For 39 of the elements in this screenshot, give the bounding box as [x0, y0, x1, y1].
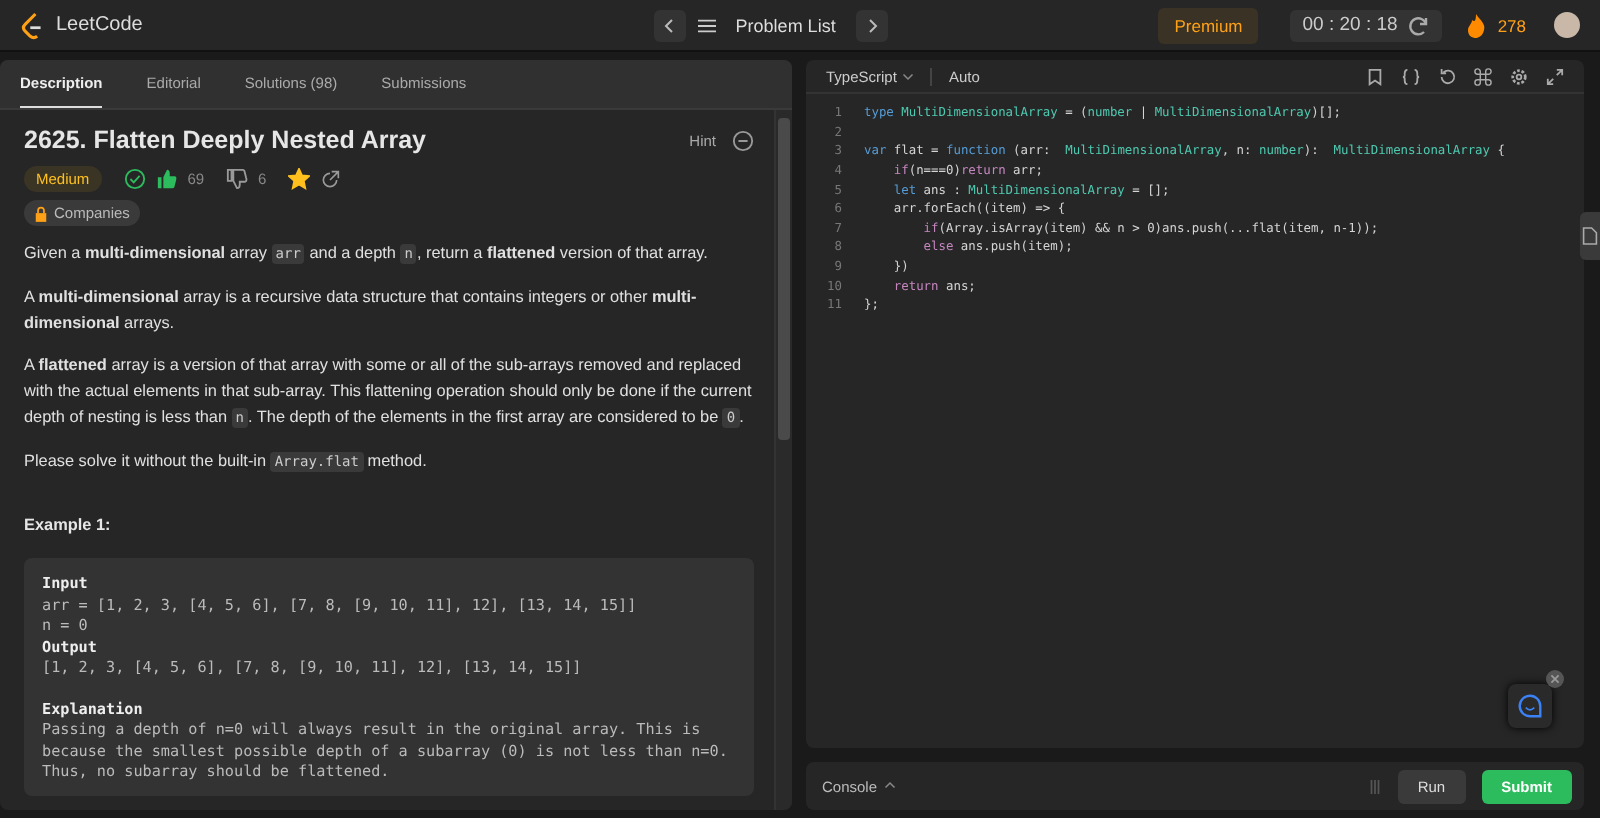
chevron-right-icon [863, 17, 880, 33]
premium-button[interactable]: Premium [1158, 7, 1259, 43]
close-icon[interactable] [1546, 670, 1564, 688]
description-paragraph: A multi-dimensional array is a recursive data structure that contains integers or other multi-dimensional arrays. [24, 286, 699, 336]
notes-side-tab[interactable] [1580, 212, 1600, 260]
reset-icon[interactable] [1405, 13, 1430, 37]
command-icon[interactable] [1474, 67, 1492, 85]
logo-text[interactable]: LeetCode [56, 14, 143, 36]
settings-icon[interactable] [1510, 67, 1528, 85]
chat-button[interactable] [1508, 684, 1552, 728]
logo-icon[interactable] [20, 11, 44, 39]
flame-icon[interactable] [1465, 13, 1486, 37]
timer-widget[interactable]: 00 : 20 : 18 [1290, 9, 1442, 41]
chat-icon [1518, 694, 1542, 718]
problem-title: 2625. Flatten Deeply Nested Array [24, 126, 429, 154]
list-icon [697, 17, 716, 33]
braces-icon[interactable] [1402, 67, 1420, 85]
previous-button[interactable] [653, 9, 686, 41]
streak-count: 278 [1497, 15, 1526, 35]
lock-icon [34, 205, 48, 221]
thumbs-up-icon[interactable] [155, 168, 178, 190]
document-icon [1582, 226, 1598, 246]
chevron-up-icon [883, 780, 896, 792]
star-icon[interactable] [288, 168, 311, 190]
reset-icon[interactable] [1438, 67, 1456, 85]
thumbs-down-icon[interactable] [226, 168, 249, 190]
chevron-left-icon [661, 17, 678, 33]
info-icon[interactable] [732, 129, 754, 151]
bookmark-icon[interactable] [1366, 67, 1384, 85]
timer-text: 00 : 20 : 18 [1302, 14, 1398, 36]
scrollbar[interactable] [774, 110, 792, 810]
problem-list-link[interactable]: Problem List [727, 15, 844, 35]
grip-icon[interactable] [1367, 777, 1382, 795]
expand-icon[interactable] [1546, 67, 1564, 85]
avatar[interactable] [1554, 12, 1580, 38]
chevron-down-icon [902, 70, 915, 82]
example-title: Example 1: [24, 516, 113, 534]
next-button[interactable] [855, 9, 888, 41]
share-icon[interactable] [320, 169, 341, 189]
